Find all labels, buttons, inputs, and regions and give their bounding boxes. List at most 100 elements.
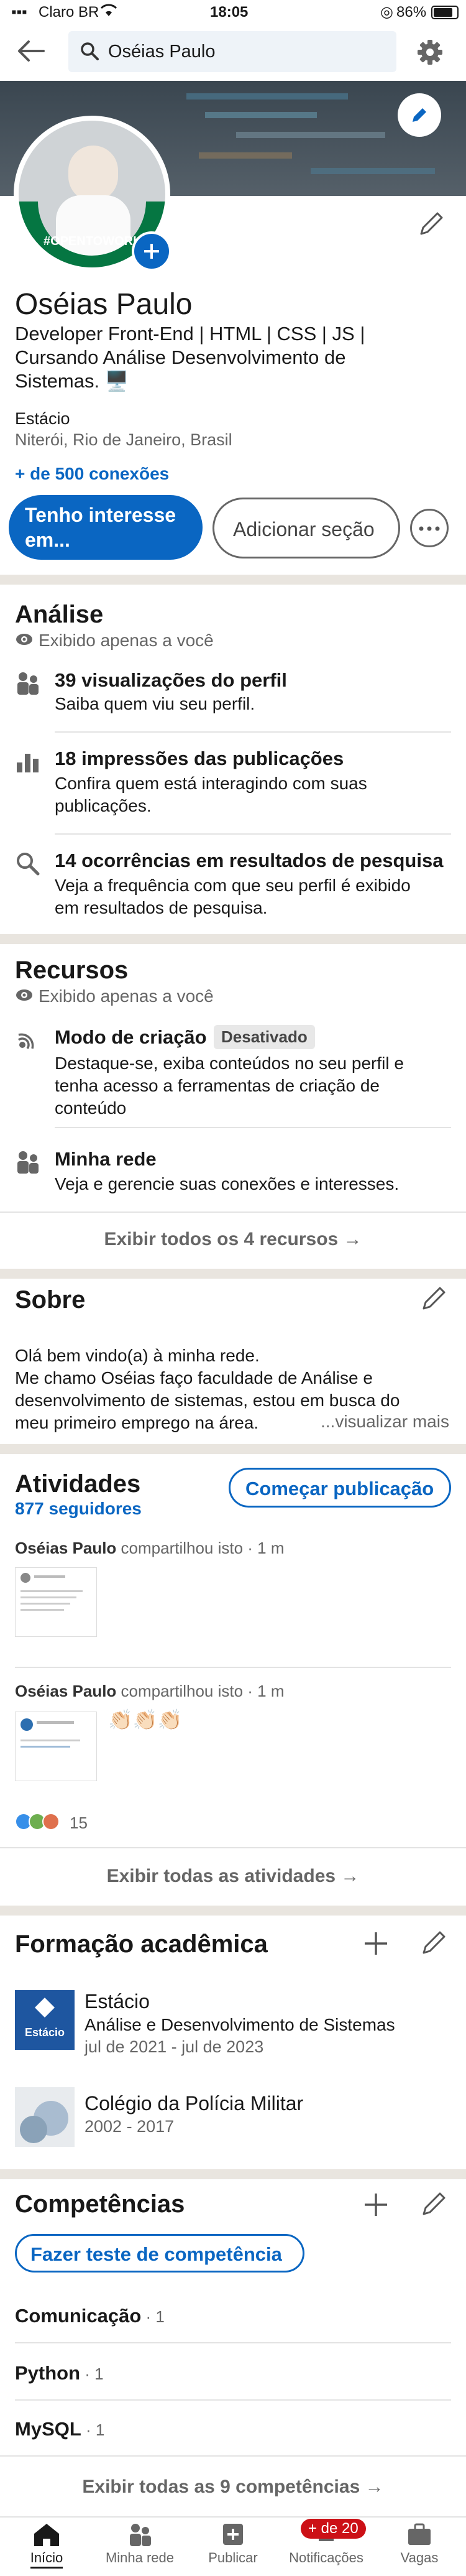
skills-title: Competências	[15, 2190, 185, 2218]
creator-mode-title: Modo de criação	[55, 1026, 207, 1048]
about-title: Sobre	[15, 1286, 86, 1313]
analysis-search-appearances[interactable]: 14 ocorrências em resultados de pesquisa…	[0, 842, 466, 929]
people-icon	[15, 670, 41, 700]
divider	[15, 2399, 451, 2401]
people-icon	[15, 1149, 41, 1179]
profile-location: Niterói, Rio de Janeiro, Brasil	[15, 430, 232, 449]
resources-private-label: Exibido apenas a você	[39, 986, 214, 1006]
edit-intro-button[interactable]	[418, 209, 446, 241]
battery-icon	[431, 6, 459, 19]
my-network-title: Minha rede	[55, 1148, 157, 1170]
pencil-icon	[423, 1931, 445, 1954]
education-item[interactable]: Colégio da Polícia Militar 2002 - 2017	[0, 2087, 466, 2156]
gear-icon[interactable]	[415, 37, 445, 70]
edit-education-button[interactable]	[420, 1928, 449, 1960]
plus-icon	[365, 2194, 387, 2216]
plus-icon	[365, 1932, 387, 1955]
pencil-icon	[423, 2192, 445, 2215]
resources-title: Recursos	[15, 957, 129, 984]
open-to-work-text: #OPENTOWORK	[43, 234, 142, 248]
eye-icon	[15, 988, 34, 1006]
more-options-button[interactable]	[410, 509, 449, 547]
pencil-icon	[423, 1287, 445, 1310]
post-emoji: 👏🏻👏🏻👏🏻	[108, 1708, 183, 1731]
search-query: Oséias Paulo	[108, 42, 216, 62]
show-all-resources-link[interactable]: Exibir todos os 4 recursos →	[0, 1229, 466, 1250]
nav-notifications[interactable]: Notificações + de 20	[280, 2519, 373, 2566]
divider	[0, 2455, 466, 2457]
reactions-count: 15	[70, 1814, 88, 1832]
post-thumbnail[interactable]	[15, 1712, 97, 1781]
edit-skills-button[interactable]	[420, 2189, 449, 2221]
edit-banner-button[interactable]	[398, 93, 441, 137]
bar-chart-icon	[15, 749, 41, 778]
analysis-title: Análise	[15, 601, 104, 628]
back-arrow-icon[interactable]	[16, 39, 46, 67]
followers-count[interactable]: 877 seguidores	[15, 1499, 142, 1519]
bottom-nav: Início Minha rede Publicar Notificações …	[0, 2516, 466, 2576]
activity-title: Atividades	[15, 1470, 141, 1498]
divider	[55, 833, 451, 835]
divider	[0, 1847, 466, 1848]
analysis-private-label: Exibido apenas a você	[39, 631, 214, 650]
my-network-desc: Veja e gerencie suas conexões e interess…	[55, 1174, 400, 1193]
nav-post[interactable]: Publicar	[186, 2523, 280, 2566]
notification-badge: + de 20	[301, 2519, 366, 2539]
add-section-button[interactable]: Adicionar seção	[212, 498, 400, 558]
connections-link[interactable]: + de 500 conexões	[15, 464, 169, 484]
education-dates: 2002 - 2017	[85, 2117, 175, 2136]
show-all-skills-link[interactable]: Exibir todas as 9 competências →	[0, 2476, 466, 2498]
skill-assessment-button[interactable]: Fazer teste de competência	[15, 2234, 304, 2273]
ellipsis-icon	[419, 526, 440, 531]
nav-home[interactable]: Início	[0, 2523, 93, 2569]
avatar[interactable]: #OPENTOWORK	[14, 116, 171, 272]
analysis-post-impressions[interactable]: 18 impressões das publicações Confira qu…	[0, 741, 466, 828]
nav-jobs[interactable]: Vagas	[373, 2523, 466, 2566]
post-header: Oséias Paulo compartilhou isto · 1 m	[15, 1539, 285, 1557]
nav-my-network[interactable]: Minha rede	[93, 2523, 186, 2566]
degree: Análise e Desenvolvimento de Sistemas	[85, 2015, 395, 2034]
see-more-link[interactable]: ...visualizar mais	[321, 1412, 449, 1432]
clock: 18:05	[210, 4, 249, 21]
open-to-button[interactable]: Tenho interesse em...	[9, 495, 203, 560]
reactions-icons[interactable]	[15, 1812, 65, 1834]
add-skill-button[interactable]	[362, 2190, 390, 2222]
skill-item[interactable]: MySQL · 1	[15, 2418, 104, 2440]
add-education-button[interactable]	[362, 1929, 390, 1961]
battery-level: 86%	[396, 4, 427, 21]
analysis-profile-views[interactable]: 39 visualizações do perfil Saiba quem vi…	[0, 662, 466, 736]
school-logo-placeholder	[15, 2087, 75, 2147]
edit-about-button[interactable]	[420, 1284, 449, 1315]
status-badge: Desativado	[214, 1025, 315, 1049]
skill-item[interactable]: Python · 1	[15, 2362, 104, 2384]
creator-mode-desc: Destaque-se, exiba conteúdos no seu perf…	[55, 1054, 404, 1118]
post-thumbnail[interactable]	[15, 1567, 97, 1637]
add-photo-button[interactable]	[132, 231, 171, 271]
show-all-activity-link[interactable]: Exibir todas as atividades →	[0, 1866, 466, 1887]
post-header: Oséias Paulo compartilhou isto · 1 m	[15, 1682, 285, 1700]
education-item[interactable]: Estácio Estácio Análise e Desenvolviment…	[0, 1988, 466, 2062]
analysis-item-desc: Saiba quem viu seu perfil.	[55, 694, 255, 713]
divider	[15, 1667, 451, 1668]
briefcase-icon	[408, 2523, 431, 2545]
search-icon	[80, 41, 99, 64]
broadcast-icon	[15, 1026, 41, 1055]
section-separator	[0, 1906, 466, 1916]
creator-mode-item[interactable]: Modo de criação Desativado Destaque-se, …	[0, 1020, 466, 1119]
analysis-item-title: 18 impressões das publicações	[55, 748, 344, 769]
my-network-item[interactable]: Minha rede Veja e gerencie suas conexões…	[0, 1142, 466, 1204]
search-input[interactable]: Oséias Paulo	[68, 31, 396, 72]
start-post-button[interactable]: Começar publicação	[229, 1468, 451, 1508]
people-icon	[130, 2524, 151, 2546]
section-separator	[0, 1444, 466, 1454]
skill-item[interactable]: Comunicação · 1	[15, 2305, 165, 2327]
divider	[15, 2342, 451, 2343]
divider	[55, 1127, 451, 1128]
school-name: Colégio da Polícia Militar	[85, 2092, 304, 2115]
pencil-icon	[413, 108, 426, 122]
analysis-item-desc: Veja a frequência com que seu perfil é e…	[55, 876, 411, 917]
education-dates: jul de 2021 - jul de 2023	[85, 2037, 264, 2056]
estacio-logo: Estácio	[15, 1990, 75, 2050]
section-separator	[0, 934, 466, 944]
analysis-item-desc: Confira quem está interagindo com suas p…	[55, 774, 367, 815]
